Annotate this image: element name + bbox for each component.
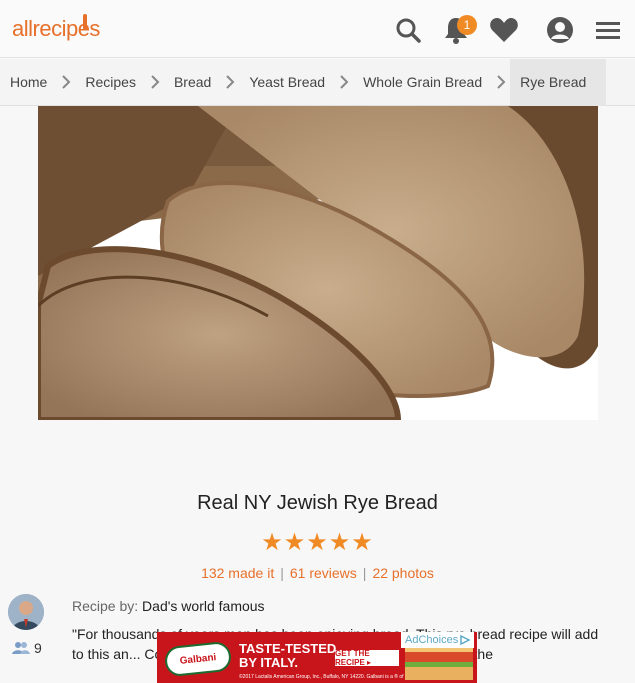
notification-badge: 1 [457,15,477,35]
breadcrumb: Home Recipes Bread Yeast Bread Whole Gra… [0,58,635,106]
stat-separator: | [362,565,367,581]
adchoices-icon [460,635,471,645]
star-icon: ★ [261,529,284,556]
recipe-by-label: Recipe by: [72,598,139,614]
recipe-title: Real NY Jewish Rye Bread [197,492,438,514]
menu-icon[interactable] [592,14,624,46]
ad-brand-logo: Galbani [163,640,233,678]
breadcrumb-home[interactable]: Home [0,59,57,106]
star-icon: ★ [328,529,352,556]
breadcrumb-rye-bread[interactable]: Rye Bread [510,58,607,106]
chevron-right-icon [339,59,349,106]
breadcrumb-whole-grain-bread[interactable]: Whole Grain Bread [353,59,492,106]
star-icon: ★ [283,529,307,556]
made-it-link[interactable]: 132 made it [201,565,274,581]
recipe-by: Recipe by: Dad's world famous [72,598,265,614]
heart-icon[interactable] [488,14,520,46]
chevron-right-icon [225,59,235,106]
ad-headline-line1: TASTE-TESTED [239,641,337,656]
breadcrumb-yeast-bread[interactable]: Yeast Bread [239,59,335,106]
ad-cta-button[interactable]: GET THE RECIPE ▸ [335,649,399,667]
author-avatar[interactable] [8,594,44,630]
breadcrumb-recipes[interactable]: Recipes [75,59,146,106]
chevron-right-icon [61,59,71,106]
chevron-right-icon [150,59,160,106]
logo-spoon-icon [83,14,87,30]
ad-headline-line2: BY ITALY. [239,655,299,670]
recipe-photo[interactable] [38,106,598,420]
author-followers[interactable]: 9 [12,640,42,656]
adchoices-label[interactable]: AdChoices [401,632,475,648]
chevron-right-icon [496,59,506,106]
followers-icon [12,642,30,654]
stat-separator: | [280,565,284,581]
photos-link[interactable]: 22 photos [372,565,434,581]
star-icon: ★ [306,529,329,556]
user-icon[interactable] [544,14,576,46]
followers-count: 9 [34,640,42,656]
ad-headline: TASTE-TESTED BY ITALY. [239,642,336,670]
site-header: allrecipes 1 [0,0,635,58]
author-name[interactable]: Dad's world famous [142,598,265,614]
search-icon[interactable] [392,14,424,46]
reviews-link[interactable]: 61 reviews [290,565,357,581]
rating-stars[interactable]: ★★★★★ [0,528,635,557]
star-icon: ★ [351,529,374,556]
breadcrumb-bread[interactable]: Bread [164,59,221,106]
adchoices-text: AdChoices [405,634,459,646]
recipe-stats: 132 made it | 61 reviews | 22 photos [0,565,635,581]
